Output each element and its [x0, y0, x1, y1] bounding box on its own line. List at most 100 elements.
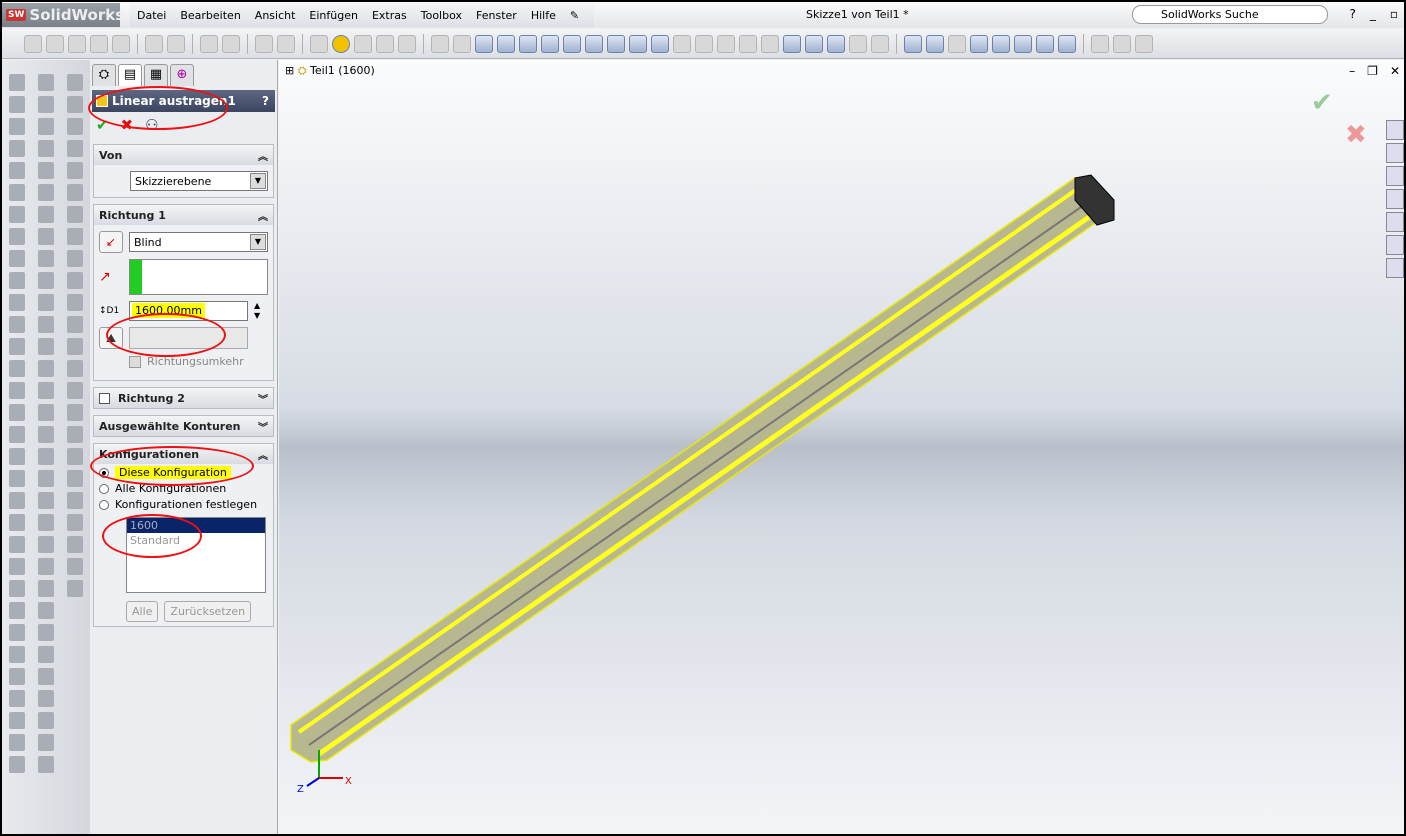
tool-icon[interactable] [66, 338, 83, 355]
graphics-viewport[interactable]: ⊞ ⛭ Teil1 (1600) – ❐ ✕ ✔ ✖ X Z [279, 60, 1404, 834]
tool-icon[interactable] [37, 646, 54, 663]
view-trimetric-icon[interactable] [629, 34, 647, 53]
tool-icon[interactable] [37, 316, 54, 333]
tool-icon[interactable] [8, 734, 25, 751]
von-select[interactable]: Skizzierebene ▼ [130, 171, 268, 191]
open-icon[interactable] [46, 34, 64, 53]
menu-einfuegen[interactable]: Einfügen [302, 9, 365, 22]
help-button[interactable]: ? [1349, 7, 1355, 21]
print-icon[interactable] [145, 34, 163, 53]
tool-icon[interactable] [8, 668, 25, 685]
tool-icon[interactable] [37, 536, 54, 553]
tool-icon[interactable] [8, 602, 25, 619]
tab-property-manager[interactable]: ▤ [118, 64, 142, 86]
tool-icon[interactable] [37, 184, 54, 201]
edit-sketch-icon[interactable] [398, 34, 416, 53]
config-item[interactable]: 1600 [127, 518, 265, 533]
tool-icon[interactable] [8, 536, 25, 553]
zoom-fit-icon[interactable] [673, 34, 691, 53]
view-left-icon[interactable] [519, 34, 537, 53]
shaded-edges-icon[interactable] [783, 34, 801, 53]
draft-angle-input[interactable] [129, 327, 248, 349]
polygon-icon[interactable] [37, 228, 54, 245]
tool-icon[interactable] [66, 360, 83, 377]
undo-icon[interactable] [200, 34, 218, 53]
point-icon[interactable] [1058, 34, 1076, 53]
tool-icon[interactable] [8, 470, 25, 487]
tool-icon[interactable] [66, 140, 83, 157]
wireframe-icon[interactable] [717, 34, 735, 53]
tool-icon[interactable] [8, 294, 25, 311]
tool-icon[interactable] [37, 360, 54, 377]
tool-icon[interactable] [66, 404, 83, 421]
menu-ansicht[interactable]: Ansicht [248, 9, 303, 22]
tool-icon[interactable] [37, 250, 54, 267]
end-condition-select[interactable]: Blind ▼ [129, 232, 268, 252]
config-item[interactable]: Standard [127, 533, 265, 548]
tool-icon[interactable] [37, 580, 54, 597]
smart-dim-icon[interactable] [376, 34, 394, 53]
zoom-area-icon[interactable] [695, 34, 713, 53]
perspective-icon[interactable] [849, 34, 867, 53]
tool-icon[interactable] [37, 118, 54, 135]
configuration-list[interactable]: 1600 Standard [126, 517, 266, 593]
tool-icon[interactable] [37, 624, 54, 641]
maximize-button[interactable]: ▫ [1390, 7, 1398, 21]
help-icon[interactable] [332, 34, 350, 53]
depth-input[interactable]: 1600.00mm [129, 301, 248, 321]
radio-konfigurationen-festlegen[interactable]: Konfigurationen festlegen [99, 498, 273, 511]
tool-icon[interactable] [8, 316, 25, 333]
toolbar-extra3-icon[interactable] [1135, 34, 1153, 53]
view-iso-icon[interactable] [607, 34, 625, 53]
tab-feature-manager[interactable]: ⛭ [92, 64, 116, 86]
tool-icon[interactable] [8, 184, 25, 201]
render-icon[interactable] [431, 34, 449, 53]
tool-icon[interactable] [8, 448, 25, 465]
minimize-button[interactable]: _ [1370, 7, 1376, 21]
tool-icon[interactable] [8, 646, 25, 663]
tool-icon[interactable] [66, 382, 83, 399]
alle-button[interactable]: Alle [126, 601, 159, 622]
tool-icon[interactable] [66, 558, 83, 575]
line-icon[interactable] [37, 140, 54, 157]
tool-icon[interactable] [66, 272, 83, 289]
tool-icon[interactable] [66, 206, 83, 223]
view-top-icon[interactable] [563, 34, 581, 53]
depth-spinner[interactable]: ▲ ▼ [254, 301, 268, 321]
hide-show-icon[interactable] [871, 34, 889, 53]
tool-icon[interactable] [66, 162, 83, 179]
tool-icon[interactable] [8, 228, 25, 245]
rectangle-icon[interactable] [37, 162, 54, 179]
view-right-icon[interactable] [541, 34, 559, 53]
properties-icon[interactable] [310, 34, 328, 53]
tool-icon[interactable] [8, 250, 25, 267]
tool-icon[interactable] [37, 558, 54, 575]
relations-icon[interactable] [970, 34, 988, 53]
tool-icon[interactable] [66, 580, 83, 597]
view-bottom-icon[interactable] [585, 34, 603, 53]
tool-icon[interactable] [8, 118, 25, 135]
redo-icon[interactable] [222, 34, 240, 53]
group-von-header[interactable]: Von ︽ [94, 145, 273, 165]
tool-icon[interactable] [8, 690, 25, 707]
collapse-icon[interactable]: ︽ [258, 447, 268, 462]
expand-icon[interactable]: ︾ [258, 391, 268, 406]
pin-icon[interactable]: ✎ [563, 9, 586, 22]
tool-icon[interactable] [8, 756, 25, 773]
ok-check-icon[interactable]: ✔ [96, 116, 109, 134]
tool-icon[interactable] [8, 580, 25, 597]
menu-toolbox[interactable]: Toolbox [414, 9, 469, 22]
menu-extras[interactable]: Extras [365, 9, 414, 22]
tool-icon[interactable] [66, 96, 83, 113]
tool-icon[interactable] [37, 448, 54, 465]
tool-icon[interactable] [37, 74, 54, 91]
tool-icon[interactable] [37, 470, 54, 487]
tab-configuration-manager[interactable]: ▦ [144, 64, 168, 86]
tool-icon[interactable] [8, 426, 25, 443]
dropdown-arrow-icon[interactable]: ▼ [250, 173, 266, 189]
tool-icon[interactable] [37, 668, 54, 685]
cancel-x-icon[interactable]: ✖ [121, 116, 134, 134]
tool-icon[interactable] [66, 536, 83, 553]
tool-icon[interactable] [8, 558, 25, 575]
options-icon[interactable] [90, 34, 108, 53]
